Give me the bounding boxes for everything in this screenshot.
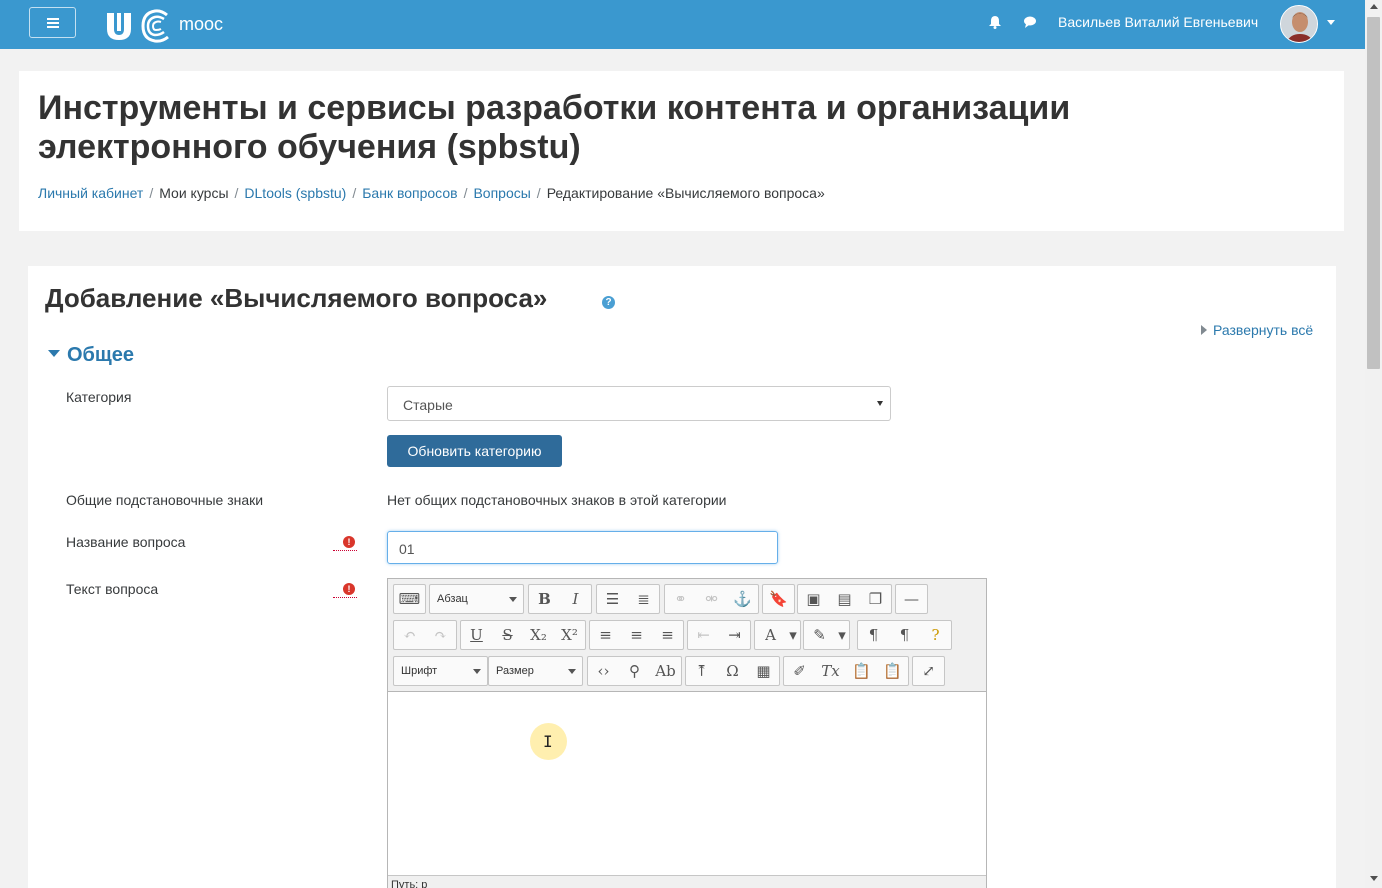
text-color-icon[interactable]: A [755, 621, 786, 649]
scroll-down-icon[interactable] [1370, 876, 1378, 881]
media-icon[interactable]: ▤ [829, 585, 860, 613]
paragraph-format-select[interactable]: Абзац [429, 584, 524, 614]
chat-icon[interactable] [1022, 14, 1038, 30]
page-title: Добавление «Вычисляемого вопроса» [45, 283, 548, 313]
menu-button[interactable] [29, 7, 76, 38]
find-icon[interactable]: ⚲ [619, 657, 650, 685]
avatar[interactable] [1280, 5, 1318, 43]
chevron-down-icon[interactable]: ▾ [786, 621, 800, 649]
section-caret-icon[interactable] [48, 350, 60, 357]
update-category-button[interactable]: Обновить категорию [387, 435, 562, 467]
breadcrumb-questions[interactable]: Вопросы [473, 185, 530, 201]
clean-icon[interactable]: ✐ [784, 657, 815, 685]
font-select[interactable]: Шрифт [393, 656, 488, 686]
align-right-icon[interactable]: ≡ [652, 621, 683, 649]
link-icon[interactable]: ⚭ [665, 585, 696, 613]
anchor-icon[interactable]: ⚓ [727, 585, 758, 613]
align-center-icon[interactable]: ≡ [621, 621, 652, 649]
editor-toolbar: ⌨ Абзац BI ☰ ≣ ⚭ ⚮ ⚓ 🔖 ▣ ▤ ❐ — ↶ ↷ U S X₂ X² ≡ ≡ ≡ … [388, 579, 986, 692]
scroll-thumb[interactable] [1367, 17, 1380, 369]
numbered-list-icon[interactable]: ≣ [628, 585, 659, 613]
required-icon: ! [343, 583, 355, 595]
chevron-down-icon [473, 669, 481, 674]
chevron-down-icon[interactable]: ▾ [835, 621, 849, 649]
menu-icon [47, 18, 59, 28]
breadcrumb-course[interactable]: DLtools (spbstu) [244, 185, 346, 201]
underline-icon[interactable]: U [461, 621, 492, 649]
undo-icon[interactable]: ↶ [394, 621, 425, 649]
category-select[interactable]: Старые [387, 386, 891, 421]
required-underline [333, 597, 357, 598]
wildcards-value: Нет общих подстановочных знаков в этой к… [387, 492, 727, 508]
file-icon[interactable]: ❐ [860, 585, 891, 613]
align-left-icon[interactable]: ≡ [590, 621, 621, 649]
chevron-down-icon [509, 597, 517, 602]
bookmark-icon[interactable]: 🔖 [763, 585, 794, 613]
strikethrough-icon[interactable]: S [492, 621, 523, 649]
required-icon: ! [343, 536, 355, 548]
unlink-icon[interactable]: ⚮ [696, 585, 727, 613]
user-menu-caret-icon[interactable] [1327, 20, 1335, 25]
chevron-down-icon [568, 669, 576, 674]
spellcheck-icon[interactable]: Ab [650, 657, 681, 685]
help-icon[interactable]: ? [602, 296, 615, 309]
wildcards-label: Общие подстановочные знаки [66, 492, 264, 508]
breadcrumb-question-bank[interactable]: Банк вопросов [362, 185, 457, 201]
code-icon[interactable]: ‹› [588, 657, 619, 685]
category-label: Категория [66, 389, 132, 405]
italic-icon[interactable]: I [560, 585, 591, 613]
navbar: mooc Васильев Виталий Евгеньевич [0, 0, 1365, 49]
breadcrumb-current: Редактирование «Вычисляемого вопроса» [546, 185, 825, 201]
question-name-label: Название вопроса [66, 534, 186, 550]
breadcrumb-my-courses[interactable]: Мои курсы [159, 185, 228, 201]
editor-status-bar: Путь: p [388, 875, 986, 888]
paste-word-icon[interactable]: 📋 [877, 657, 908, 685]
paste-text-icon[interactable]: 📋 [846, 657, 877, 685]
upload-icon[interactable]: ⤒ [686, 657, 717, 685]
expand-all-link[interactable]: Развернуть всё [1201, 322, 1313, 338]
section-general[interactable]: Общее [67, 344, 134, 367]
expand-caret-icon [1201, 325, 1207, 335]
scroll-up-icon[interactable] [1370, 4, 1378, 9]
indent-icon[interactable]: ⇥ [719, 621, 750, 649]
bold-icon[interactable]: B [529, 585, 560, 613]
background-color-icon[interactable]: ✎ [804, 621, 835, 649]
clear-format-icon[interactable]: Tx [815, 657, 846, 685]
text-cursor-icon: I [543, 732, 553, 751]
scrollbar[interactable] [1365, 0, 1382, 888]
bullet-list-icon[interactable]: ☰ [597, 585, 628, 613]
breadcrumb: Личный кабинет / Мои курсы / DLtools (spbstu… [38, 185, 825, 201]
bell-icon[interactable] [987, 14, 1003, 30]
ltr-icon[interactable]: ¶ [858, 621, 889, 649]
image-icon[interactable]: ▣ [798, 585, 829, 613]
redo-icon[interactable]: ↷ [425, 621, 456, 649]
horizontal-rule-icon[interactable]: — [896, 585, 927, 613]
required-underline [333, 550, 357, 551]
chevron-down-icon [877, 401, 883, 406]
logo-c-icon [141, 9, 169, 43]
user-name[interactable]: Васильев Виталий Евгеньевич [1058, 14, 1258, 30]
fullscreen-icon[interactable]: ⤢ [913, 657, 944, 685]
question-text-editor[interactable]: ⌨ Абзац BI ☰ ≣ ⚭ ⚮ ⚓ 🔖 ▣ ▤ ❐ — ↶ ↷ U S X₂ X² ≡ ≡ ≡ … [387, 578, 987, 888]
question-text-label: Текст вопроса [66, 581, 159, 597]
logo-text[interactable]: mooc [179, 14, 223, 35]
question-name-input[interactable]: 01 [387, 531, 778, 564]
outdent-icon[interactable]: ⇤ [688, 621, 719, 649]
help-icon[interactable]: ? [920, 621, 951, 649]
font-size-select[interactable]: Размер [488, 656, 583, 686]
course-title: Инструменты и сервисы разработки контент… [38, 89, 1071, 166]
superscript-icon[interactable]: X² [554, 621, 585, 649]
special-char-icon[interactable]: Ω [717, 657, 748, 685]
table-icon[interactable]: ▦ [748, 657, 779, 685]
keyboard-icon[interactable]: ⌨ [394, 585, 425, 613]
rtl-icon[interactable]: ¶ [889, 621, 920, 649]
editor-content-area[interactable] [388, 692, 986, 875]
logo-u-icon [107, 13, 131, 40]
subscript-icon[interactable]: X₂ [523, 621, 554, 649]
breadcrumb-dashboard[interactable]: Личный кабинет [38, 185, 143, 201]
